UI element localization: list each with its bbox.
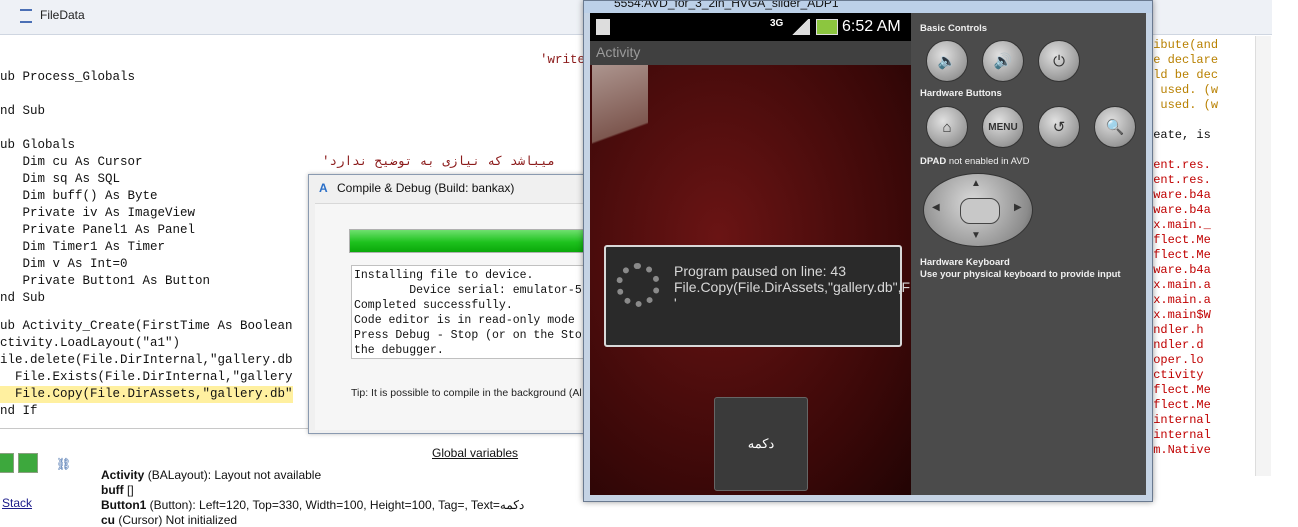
code-line: 'write	[540, 53, 586, 67]
app-button[interactable]: دکمه	[714, 397, 808, 491]
variable-value: []	[123, 483, 134, 497]
global-variable-row[interactable]: Button1 (Button): Left=120, Top=330, Wid…	[101, 498, 524, 512]
global-variable-row[interactable]: Activity (BALayout): Layout not availabl…	[101, 468, 321, 482]
code-line: File.Exists(File.DirInternal,"gallery	[0, 370, 293, 384]
3g-icon: 3G	[770, 18, 784, 29]
global-variable-row[interactable]: buff []	[101, 483, 134, 497]
paused-message: Program paused on line: 43 File.Copy(Fil…	[674, 263, 1071, 311]
status-bar: 3G 6:52 AM	[590, 13, 911, 41]
code-line: Private Button1 As Button	[0, 274, 211, 288]
variable-value: (Cursor) Not initialized	[115, 513, 238, 527]
sd-card-icon	[596, 19, 610, 35]
code-line: File.Copy(File.DirAssets,"gallery.db"	[0, 386, 293, 403]
dpad-name: DPAD	[920, 156, 947, 167]
variable-name: buff	[101, 483, 124, 497]
code-line: Dim buff() As Byte	[0, 189, 158, 203]
code-line: ub Process_Globals	[0, 70, 136, 84]
compile-dialog: A Compile & Debug (Build: bankax) Instal…	[308, 174, 613, 434]
variable-name: Activity	[101, 468, 145, 482]
code-line: Private Panel1 As Panel	[0, 223, 196, 237]
code-line: 'میباشد که نیازی به توضیح ندارد	[322, 155, 556, 169]
hand-image	[592, 65, 648, 155]
hardware-keyboard-label: Hardware Keyboard	[920, 257, 1010, 268]
log-line: Press Debug - Stop (or on the Sto	[354, 329, 582, 342]
dialog-tip: Tip: It is possible to compile in the ba…	[351, 387, 582, 399]
dpad-label: DPAD not enabled in AVD	[920, 156, 1030, 167]
emulator-title: 5554:AVD_for_3_2in_HVGA_slider_ADP1	[614, 0, 839, 10]
dpad-center[interactable]	[960, 198, 1000, 224]
code-line: Private iv As ImageView	[0, 206, 196, 220]
log-line: Installing file to device.	[354, 269, 534, 282]
code-line: ile.delete(File.DirInternal,"gallery.db	[0, 353, 293, 367]
dpad-down-icon[interactable]: ▼	[971, 230, 981, 241]
emulator-titlebar: 5554:AVD_for_3_2in_HVGA_slider_ADP1	[584, 1, 1152, 13]
code-line: Dim cu As Cursor	[0, 155, 143, 169]
battery-icon	[816, 19, 838, 35]
emulator-controls: Basic Controls 🔈 🔊 ⏻ Hardware Buttons ⌂ …	[911, 13, 1146, 495]
variable-value: (Button): Left=120, Top=330, Width=100, …	[146, 498, 525, 512]
variable-value: (BALayout): Layout not available	[144, 468, 322, 482]
power-icon[interactable]: ⏻	[1038, 40, 1080, 82]
code-line: nd If	[0, 404, 38, 418]
logs-scrollbar[interactable]	[1255, 36, 1271, 476]
stack-tab[interactable]: Stack	[2, 496, 32, 510]
dpad-up-icon[interactable]: ▲	[971, 178, 981, 189]
device-screen[interactable]: 3G 6:52 AM Activity Program paused on li…	[590, 13, 1071, 495]
code-line: ub Activity_Create(FirstTime As Boolean	[0, 319, 293, 333]
b4a-icon: A	[319, 181, 328, 195]
code-line: ctivity.LoadLayout("a1")	[0, 336, 181, 350]
variable-name: cu	[101, 513, 116, 527]
continue-button[interactable]	[18, 453, 38, 473]
log-line: Code editor is in read-only mode	[354, 314, 575, 327]
code-line: Dim Timer1 As Timer	[0, 240, 166, 254]
paused-dialog: Program paused on line: 43 File.Copy(Fil…	[604, 245, 1071, 347]
spinner-icon	[616, 263, 660, 307]
code-line: nd Sub	[0, 104, 46, 118]
clock: 6:52 AM	[842, 18, 901, 35]
dpad[interactable]: ▲ ▼ ◀ ▶	[923, 173, 1033, 247]
action-bar: Activity	[590, 41, 911, 65]
log-line: Completed successfully.	[354, 299, 513, 312]
emulator-body: 3G 6:52 AM Activity Program paused on li…	[590, 13, 1146, 495]
signal-icon	[790, 19, 810, 35]
code-line: Dim sq As SQL	[0, 172, 121, 186]
hardware-keyboard-note: Use your physical keyboard to provide in…	[920, 269, 1121, 280]
list-icon	[20, 8, 32, 23]
log-line: Device serial: emulator-5	[354, 284, 582, 297]
hardware-buttons-label: Hardware Buttons	[920, 88, 1002, 99]
dialog-title: Compile & Debug (Build: bankax)	[337, 181, 515, 195]
global-variables-title: Global variables	[432, 446, 519, 460]
global-variable-row[interactable]: cu (Cursor) Not initialized	[101, 513, 237, 527]
dpad-right-icon[interactable]: ▶	[1014, 202, 1022, 213]
menu-button[interactable]: MENU	[982, 106, 1024, 148]
tab-filedata[interactable]: FileData	[20, 8, 85, 23]
search-icon[interactable]: 🔍	[1094, 106, 1136, 148]
home-icon[interactable]: ⌂	[926, 106, 968, 148]
dpad-note: not enabled in AVD	[948, 156, 1030, 167]
progress-bar	[349, 229, 601, 253]
volume-up-icon[interactable]: 🔊	[982, 40, 1024, 82]
code-line: Dim v As Int=0	[0, 257, 128, 271]
step-button[interactable]	[0, 453, 14, 473]
code-line: nd Sub	[0, 291, 46, 305]
right-panel-edge	[1272, 0, 1298, 524]
emulator-window: 5554:AVD_for_3_2in_HVGA_slider_ADP1 3G 6…	[583, 0, 1153, 502]
progress-fill	[350, 230, 600, 252]
code-line: ub Globals	[0, 138, 76, 152]
link-icon[interactable]: ⛓	[56, 457, 71, 471]
back-icon[interactable]: ↺	[1038, 106, 1080, 148]
variable-name: Button1	[101, 498, 147, 512]
volume-down-icon[interactable]: 🔈	[926, 40, 968, 82]
dpad-left-icon[interactable]: ◀	[932, 202, 940, 213]
activity-title: Activity	[596, 44, 641, 60]
log-line: the debugger.	[354, 344, 444, 357]
basic-controls-label: Basic Controls	[920, 23, 988, 34]
tab-filedata-label: FileData	[40, 8, 85, 22]
compile-log: Installing file to device. Device serial…	[351, 265, 613, 359]
